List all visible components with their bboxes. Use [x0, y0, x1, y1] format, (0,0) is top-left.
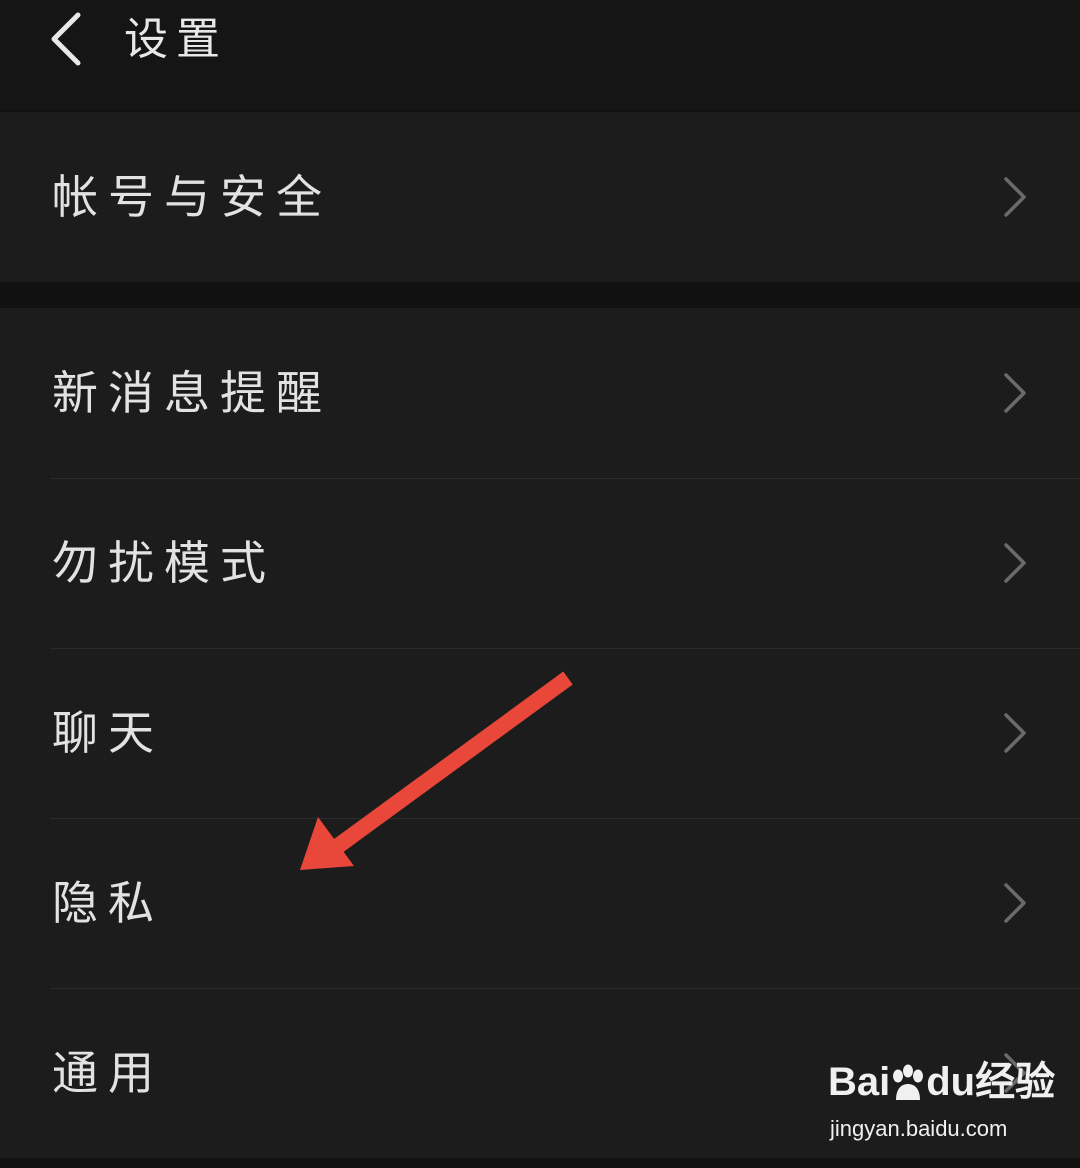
chevron-right-icon: [1004, 883, 1026, 923]
paw-logo-icon: [893, 1064, 924, 1101]
chevron-right-icon: [1004, 543, 1026, 583]
settings-item-label: 隐私: [52, 876, 164, 930]
watermark-brand-left: Bai: [828, 1060, 891, 1104]
settings-item-label: 帐号与安全: [52, 170, 332, 224]
back-button[interactable]: [30, 4, 100, 74]
page-title: 设置: [124, 14, 228, 65]
settings-item-label: 新消息提醒: [52, 366, 332, 420]
settings-group-general: 新消息提醒 勿扰模式 聊天 隐私 通用: [0, 308, 1080, 1158]
settings-item-label: 聊天: [52, 706, 164, 760]
settings-item-chat[interactable]: 聊天: [0, 648, 1080, 818]
settings-group-account: 帐号与安全: [0, 112, 1080, 282]
baidu-jingyan-watermark: Bai du经验 jingyan.baidu.com: [828, 1050, 1055, 1150]
chevron-right-icon: [1004, 177, 1026, 217]
settings-screen: 设置 帐号与安全 新消息提醒 勿扰模式 聊天 隐私 通用 Bai du经验 ji…: [0, 0, 1080, 1168]
watermark-brand: Bai du经验: [828, 1058, 1055, 1106]
chevron-right-icon: [1004, 713, 1026, 753]
top-bar: 设置: [0, 0, 1080, 110]
settings-item-new-message-alerts[interactable]: 新消息提醒: [0, 308, 1080, 478]
settings-item-label: 通用: [52, 1046, 164, 1100]
settings-item-account-security[interactable]: 帐号与安全: [0, 112, 1080, 282]
settings-item-privacy[interactable]: 隐私: [0, 818, 1080, 988]
settings-item-do-not-disturb[interactable]: 勿扰模式: [0, 478, 1080, 648]
chevron-left-icon: [51, 12, 81, 66]
chevron-right-icon: [1004, 373, 1026, 413]
watermark-brand-right: du: [926, 1060, 976, 1104]
watermark-brand-cn: 经验: [975, 1060, 1056, 1104]
settings-item-label: 勿扰模式: [52, 536, 276, 590]
watermark-url: jingyan.baidu.com: [830, 1116, 1008, 1141]
